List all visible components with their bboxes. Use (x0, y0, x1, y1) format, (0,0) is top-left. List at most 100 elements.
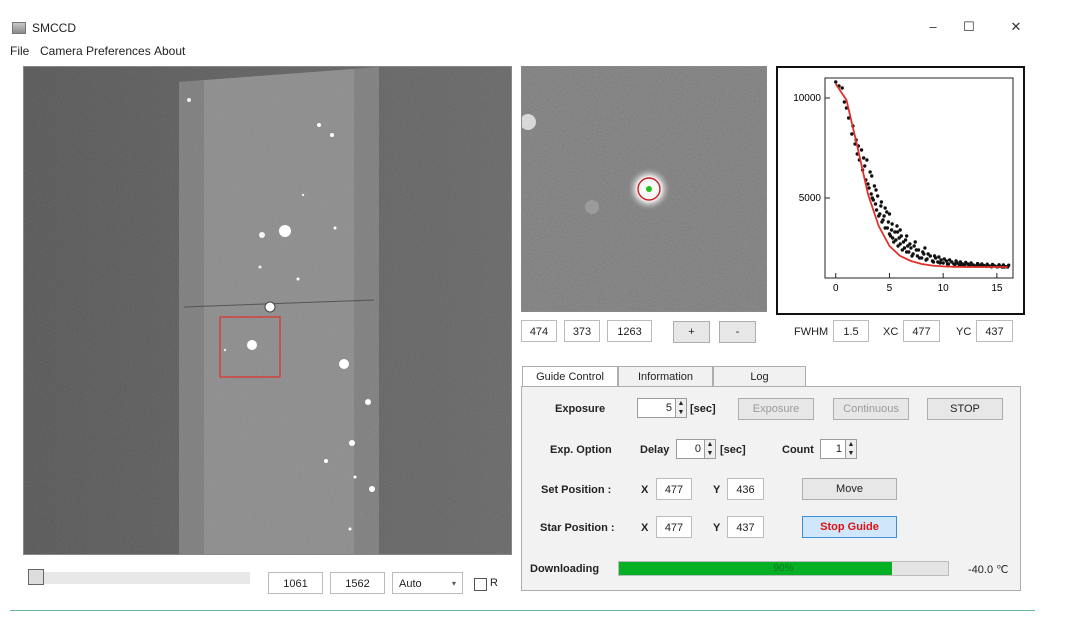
fwhm-field[interactable]: 1.5 (833, 320, 869, 342)
data-point (869, 192, 873, 196)
stop-guide-button[interactable]: Stop Guide (802, 516, 897, 538)
stop-button[interactable]: STOP (927, 398, 1003, 420)
data-point (932, 254, 937, 258)
data-point (908, 242, 912, 246)
zoom-view (521, 66, 767, 312)
x-tick-label: 5 (887, 283, 893, 294)
menu-about[interactable]: About (154, 44, 185, 58)
continuous-button[interactable]: Continuous (833, 398, 909, 420)
move-button[interactable]: Move (802, 478, 897, 500)
x-tick-label: 15 (991, 283, 1003, 294)
data-point (969, 261, 973, 265)
data-point (917, 256, 922, 260)
menu-preferences[interactable]: Preferences (86, 44, 151, 58)
ccd-image (24, 67, 511, 554)
data-point (895, 224, 899, 228)
data-point (921, 250, 925, 254)
fwhm-label: FWHM (794, 326, 829, 338)
y-tick-label: 10000 (793, 93, 821, 104)
yc-field[interactable]: 437 (976, 320, 1013, 342)
exposure-spinner[interactable]: 5 ▲ ▼ (637, 398, 687, 418)
data-point (879, 200, 884, 204)
data-point (834, 80, 838, 84)
data-point (887, 212, 892, 216)
data-point (947, 258, 952, 262)
x-tick-label: 10 (938, 283, 950, 294)
delay-spinner[interactable]: 0 ▲ ▼ (676, 439, 716, 459)
data-point (945, 262, 950, 266)
data-point (980, 262, 984, 266)
data-point (964, 260, 968, 265)
x-tick-label: 0 (833, 283, 839, 294)
data-point (898, 228, 902, 232)
close-button[interactable]: ✕ (1005, 16, 1027, 38)
scale-select[interactable]: Auto ▾ (392, 572, 463, 594)
set-x-label: X (641, 484, 649, 496)
slider-thumb[interactable] (28, 569, 44, 585)
data-point (912, 244, 916, 248)
progress-text: 90% (773, 563, 794, 574)
data-point (872, 184, 877, 188)
data-point (881, 218, 885, 222)
count-value: 1 (835, 443, 842, 455)
cursor-y-field[interactable]: 373 (564, 320, 600, 342)
data-point (904, 234, 909, 238)
data-point (892, 240, 896, 244)
y-tick-label: 5000 (799, 193, 822, 204)
zoom-in-button[interactable]: + (673, 321, 710, 343)
maximize-button[interactable]: ☐ (958, 16, 980, 38)
exposure-slider-track[interactable] (28, 572, 250, 584)
data-point (889, 228, 894, 232)
menu-camera[interactable]: Camera (40, 44, 83, 58)
r-checkbox[interactable] (474, 578, 487, 591)
spinner-arrows-icon[interactable]: ▲ ▼ (675, 399, 686, 417)
star-y-label: Y (713, 522, 721, 534)
data-point (890, 222, 894, 226)
set-y-field[interactable]: 436 (727, 478, 764, 500)
data-point (863, 164, 867, 168)
data-point (859, 148, 864, 152)
data-point (938, 261, 942, 265)
data-point (870, 196, 874, 200)
star-y-field[interactable]: 437 (727, 516, 764, 538)
data-point (904, 250, 909, 254)
data-point (875, 194, 880, 198)
set-x-field[interactable]: 477 (656, 478, 692, 500)
data-point (885, 210, 889, 214)
tab-information[interactable]: Information (618, 366, 713, 387)
count-spinner[interactable]: 1 ▲ ▼ (820, 439, 857, 459)
data-point (895, 230, 900, 234)
image-width-field[interactable]: 1061 (268, 572, 323, 594)
downloading-label: Downloading (530, 563, 600, 575)
xc-field[interactable]: 477 (903, 320, 940, 342)
tab-guide-control[interactable]: Guide Control (522, 366, 618, 388)
data-point (850, 132, 854, 136)
menu-file[interactable]: File (10, 44, 29, 58)
data-point (937, 255, 941, 259)
data-point (942, 257, 946, 261)
zoom-out-button[interactable]: - (719, 321, 756, 343)
data-point (975, 261, 980, 266)
exposure-button[interactable]: Exposure (738, 398, 814, 420)
ccd-image-view[interactable] (23, 66, 512, 555)
data-point (941, 261, 945, 265)
data-point (874, 208, 879, 212)
spinner-arrows-icon[interactable]: ▲ ▼ (845, 440, 856, 458)
title-bar (0, 0, 1071, 40)
cursor-x-field[interactable]: 474 (521, 320, 557, 342)
data-point (926, 252, 930, 256)
minimize-button[interactable]: – (922, 16, 944, 38)
data-point (879, 204, 883, 208)
data-point (916, 248, 921, 252)
spinner-arrows-icon[interactable]: ▲ ▼ (704, 440, 715, 458)
data-point (867, 186, 871, 190)
status-divider (10, 610, 1035, 611)
radial-profile-chart: 0 5 10 15 5000 10000 (776, 66, 1025, 315)
star-x-field[interactable]: 477 (656, 516, 692, 538)
count-label: Count (782, 444, 814, 456)
exposure-label: Exposure (555, 403, 606, 415)
image-height-field[interactable]: 1562 (330, 572, 385, 594)
tab-log[interactable]: Log (713, 366, 806, 387)
chart-svg: 0 5 10 15 5000 10000 (793, 77, 1014, 294)
pixel-value-field[interactable]: 1263 (607, 320, 652, 342)
